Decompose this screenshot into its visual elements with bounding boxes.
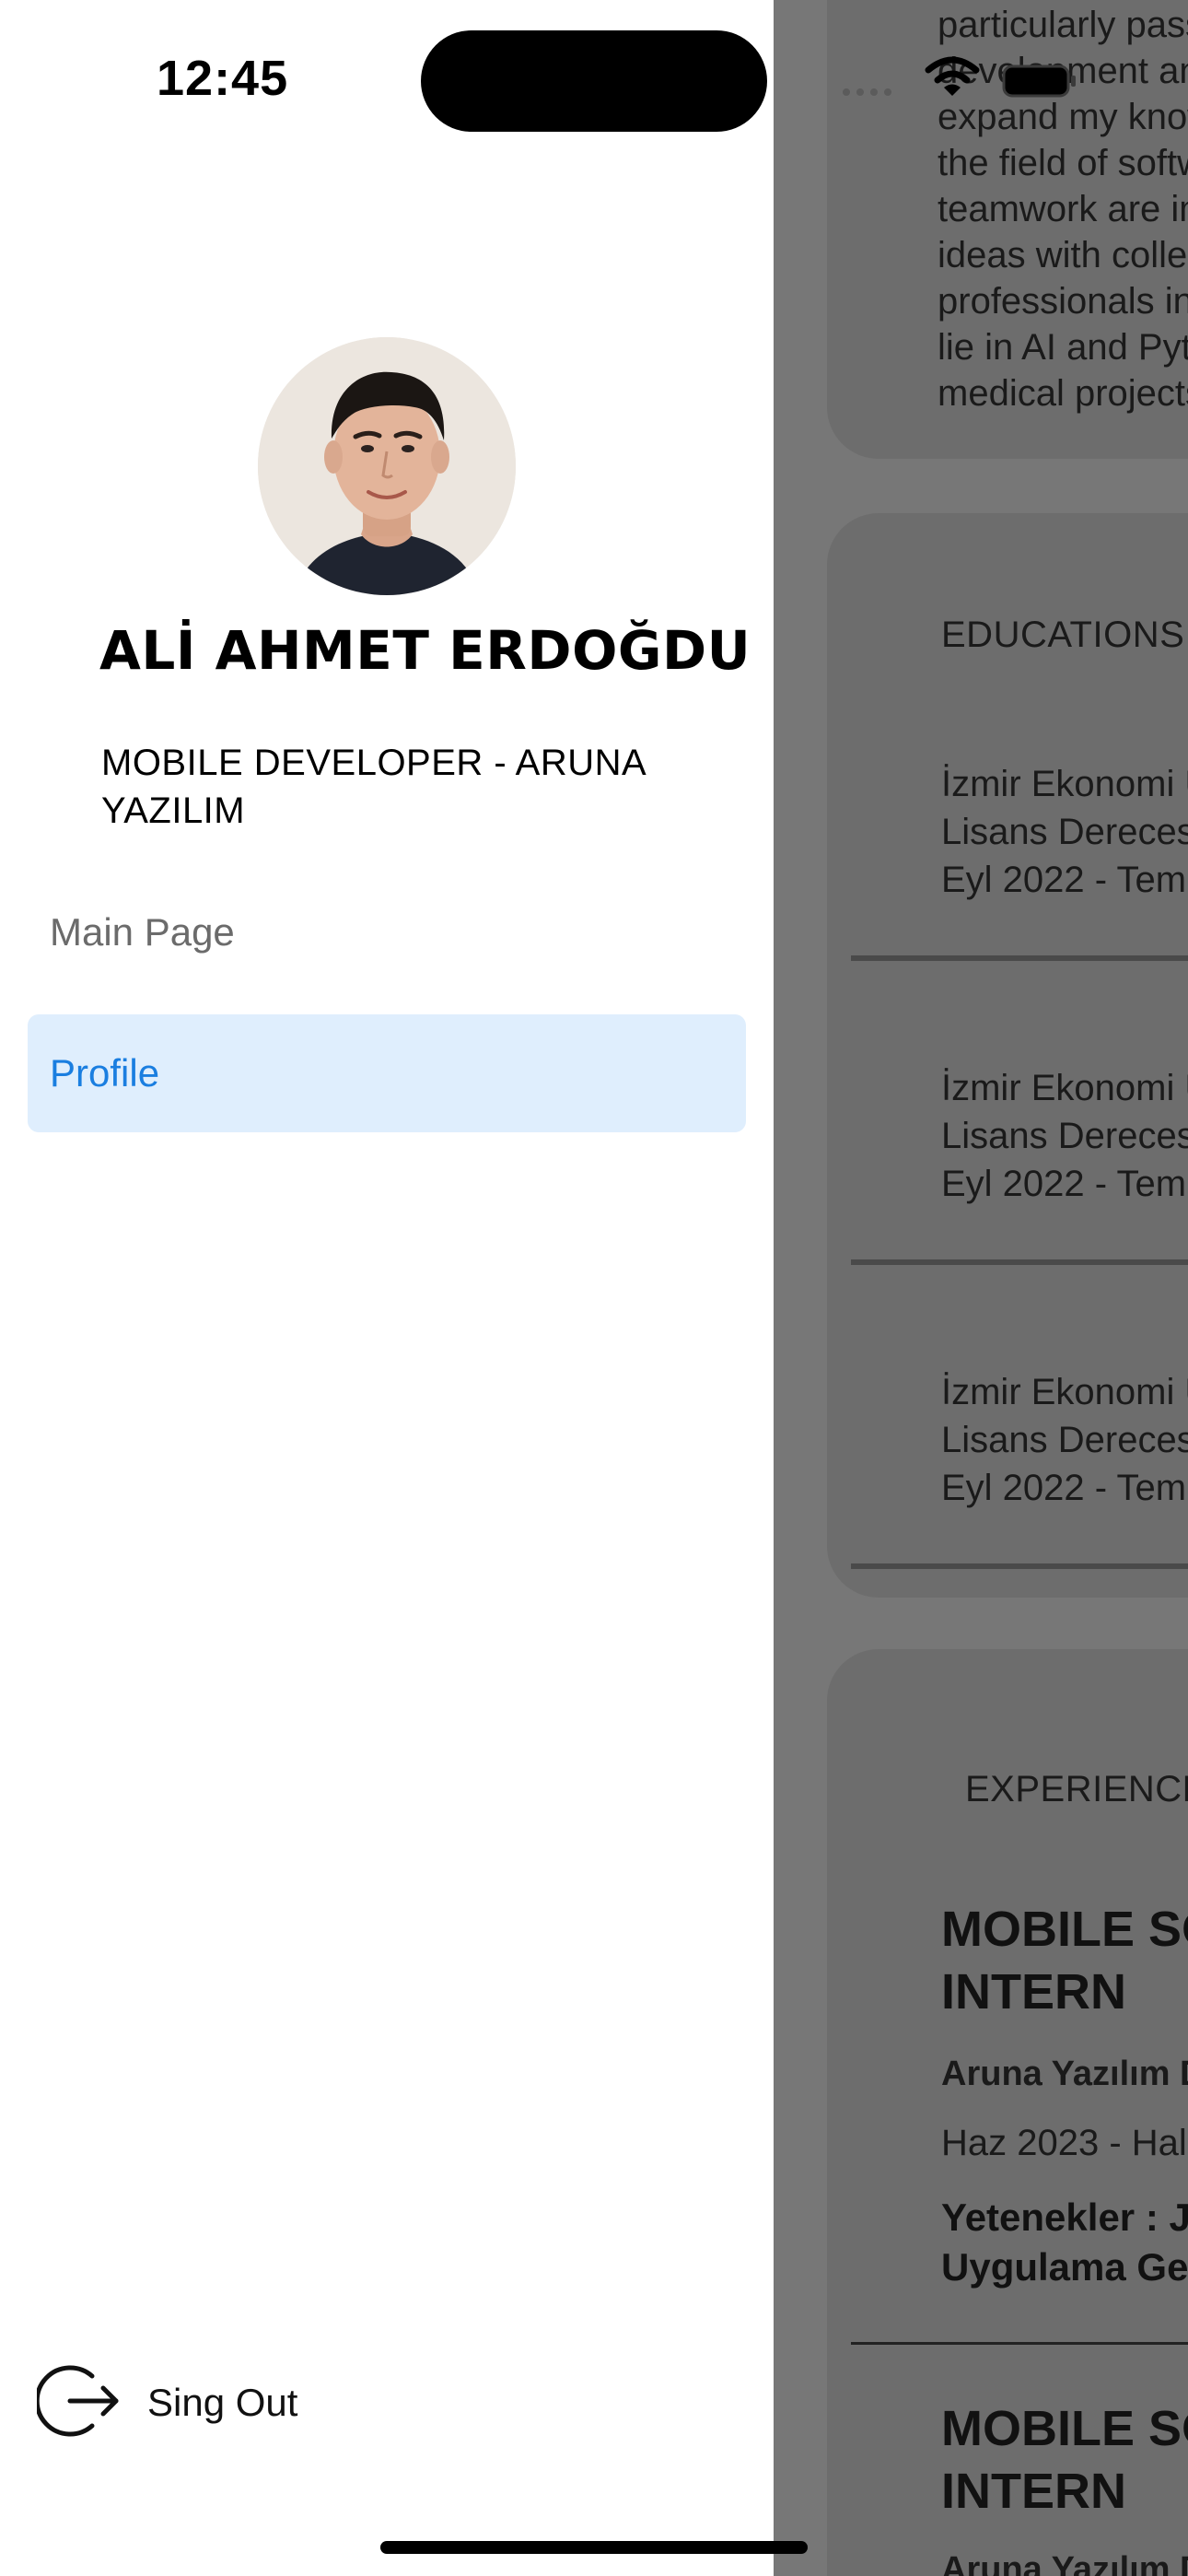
experience-title: MOBILE SO — [941, 2401, 1188, 2456]
experience-company: Aruna Yazılım Da — [941, 2550, 1188, 2576]
profile-name: ALİ AHMET ERDOĞDU — [99, 619, 751, 682]
home-indicator[interactable] — [380, 2541, 808, 2554]
wifi-icon — [925, 56, 980, 96]
about-line: teamwork are imp — [938, 189, 1188, 229]
experience-skills: Yetenekler : Ja — [941, 2195, 1188, 2239]
menu-item-label: Profile — [50, 1051, 160, 1095]
educations-title: EDUCATIONS — [941, 615, 1185, 655]
experiences-card: EXPERIENCES MOBILE SO INTERN Aruna Yazıl… — [827, 1649, 1188, 2576]
education-date: Eyl 2022 - Tem 2 — [941, 860, 1188, 900]
sign-out-button[interactable]: Sing Out — [34, 2359, 298, 2447]
education-school: İzmir Ekonomi Ü — [941, 1372, 1188, 1412]
experiences-title: EXPERIENCES — [965, 1769, 1188, 1809]
background-profile-page: particularly passic development and expa… — [774, 0, 1188, 2576]
experience-skills: Uygulama Geli — [941, 2245, 1188, 2289]
logout-icon — [34, 2359, 120, 2447]
menu-item-label: Main Page — [50, 910, 235, 954]
menu-item-main-page[interactable]: Main Page — [28, 873, 746, 991]
about-line: the field of softwa — [938, 143, 1188, 183]
education-divider — [851, 1563, 1188, 1569]
experience-title: MOBILE SO — [941, 1902, 1188, 1957]
about-line: expand my knowl — [938, 97, 1188, 137]
education-school: İzmir Ekonomi Ü — [941, 1068, 1188, 1108]
navigation-drawer: ALİ AHMET ERDOĞDU MOBILE DEVELOPER - ARU… — [0, 0, 774, 2576]
experience-title: INTERN — [941, 2464, 1126, 2519]
experience-title: INTERN — [941, 1964, 1126, 2020]
education-divider — [851, 955, 1188, 961]
battery-icon — [1002, 64, 1076, 98]
education-date: Eyl 2022 - Tem 2 — [941, 1164, 1188, 1204]
about-line: particularly passic — [938, 5, 1188, 45]
education-school: İzmir Ekonomi Ü — [941, 764, 1188, 804]
education-divider — [851, 1259, 1188, 1265]
about-line: ideas with colleag — [938, 235, 1188, 275]
avatar — [258, 337, 516, 595]
education-degree: Lisans Derecesi — [941, 1420, 1188, 1460]
status-time: 12:45 — [157, 51, 289, 106]
about-line: professionals in d — [938, 281, 1188, 322]
profile-job-title: MOBILE DEVELOPER - ARUNA YAZILIM — [101, 743, 645, 831]
menu-item-profile[interactable]: Profile — [28, 1014, 746, 1132]
experience-company: Aruna Yazılım Da — [941, 2055, 1188, 2093]
education-date: Eyl 2022 - Tem 2 — [941, 1468, 1188, 1508]
status-dots-icon — [843, 88, 891, 96]
educations-card: EDUCATIONS İzmir Ekonomi Ü Lisans Derece… — [827, 513, 1188, 1598]
education-degree: Lisans Derecesi — [941, 812, 1188, 852]
experience-date: Haz 2023 - Hale — [941, 2123, 1188, 2163]
about-line: medical projects. — [938, 373, 1188, 414]
experience-divider — [851, 2342, 1188, 2345]
about-line: lie in AI and Pytho — [938, 327, 1188, 368]
dynamic-island — [421, 30, 767, 132]
education-degree: Lisans Derecesi — [941, 1116, 1188, 1156]
sign-out-label: Sing Out — [147, 2381, 298, 2424]
